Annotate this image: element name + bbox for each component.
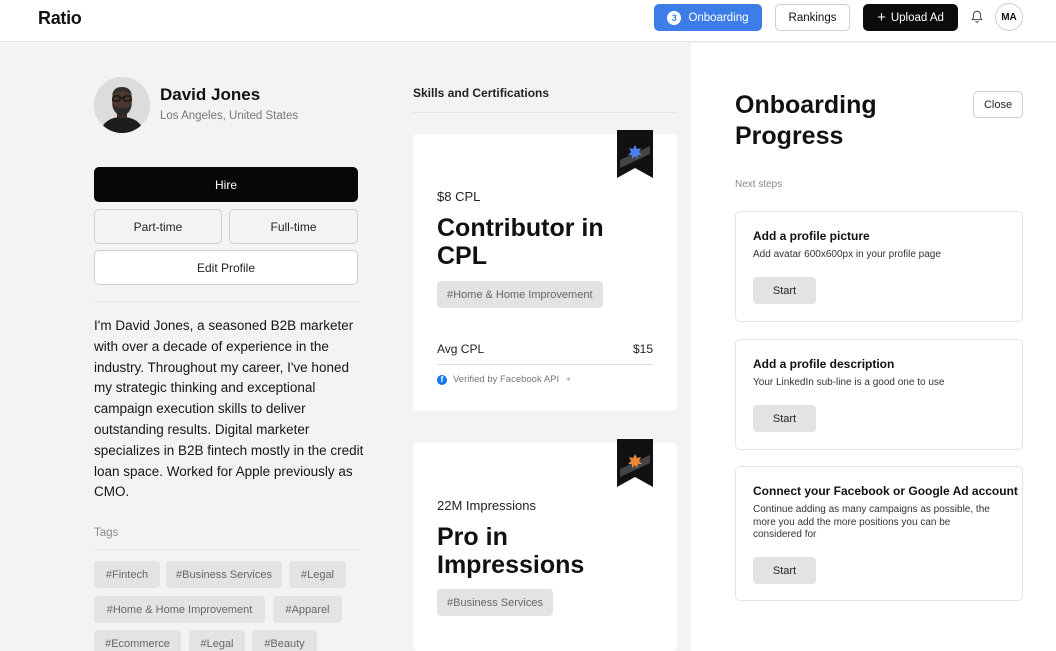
tag-chip[interactable]: #Beauty [252,630,317,651]
step-title: Connect your Facebook or Google Ad accou… [753,484,1018,498]
step-description-line: considered for [753,529,817,540]
divider [94,301,358,302]
avg-cpl-label: Avg CPL [437,342,485,356]
step-description: Continue adding as many campaigns as pos… [753,504,1015,542]
onboarding-step: Add a profile description Your LinkedIn … [735,339,1023,450]
panel-title-line: Onboarding [735,91,877,119]
upload-ad-button[interactable]: + Upload Ad [863,4,958,31]
badge-ribbon-icon [617,130,653,178]
badge-ribbon-icon [617,439,653,487]
profile-location: Los Angeles, United States [160,110,299,122]
start-button[interactable]: Start [753,557,816,584]
tag-chip[interactable]: #Legal [189,630,245,651]
skill-title-line: Pro in [437,523,508,551]
onboarding-step: Add a profile picture Add avatar 600x600… [735,211,1023,322]
next-steps-label: Next steps [735,179,783,190]
tag-chip[interactable]: #Fintech [94,561,160,588]
panel-title-line: Progress [735,122,844,150]
profile-bio: I'm David Jones, a seasoned B2B marketer… [94,318,364,500]
skill-tag[interactable]: #Home & Home Improvement [437,281,603,308]
app-logo[interactable]: Ratio [38,8,82,29]
tag-chip[interactable]: #Apparel [273,596,342,623]
verified-label: Verified by Facebook API [453,374,560,385]
skill-card[interactable]: 22M Impressions Pro in Impressions #Busi… [413,439,677,651]
top-navigation-bar: Ratio 3 Onboarding Rankings + Upload Ad … [0,0,1056,42]
skills-heading: Skills and Certifications [413,86,550,100]
skill-metric: 22M Impressions [437,498,536,513]
plus-icon: + [877,9,886,26]
skill-tag[interactable]: #Business Services [437,589,553,616]
profile-avatar [94,77,150,133]
tags-heading: Tags [94,527,119,539]
edit-profile-button[interactable]: Edit Profile [94,250,358,285]
part-time-button[interactable]: Part-time [94,209,222,244]
onboarding-progress-panel: Onboarding Progress Close Next steps Add… [691,43,1056,651]
onboarding-step: Connect your Facebook or Google Ad accou… [735,466,1023,601]
profile-name: David Jones [160,85,261,104]
start-button[interactable]: Start [753,277,816,304]
tag-chip[interactable]: #Ecommerce [94,630,181,651]
hire-button[interactable]: Hire [94,167,358,202]
step-title: Add a profile description [753,357,895,371]
skill-title-line: CPL [437,242,487,270]
divider [413,112,678,113]
step-description-line: more you add the more positions you can … [753,516,951,528]
sparkle-icon: ✦ [565,375,572,384]
onboarding-button[interactable]: 3 Onboarding [654,4,762,31]
step-title: Add a profile picture [753,229,870,243]
verified-badge: f Verified by Facebook API ✦ [437,374,572,385]
user-avatar[interactable]: MA [995,3,1023,31]
skill-title-line: Impressions [437,551,585,579]
close-button[interactable]: Close [973,91,1023,118]
start-button[interactable]: Start [753,405,816,432]
tag-chip[interactable]: #Legal [289,561,346,588]
step-description: Add avatar 600x600px in your profile pag… [753,249,941,260]
divider [94,549,358,550]
skill-title-line: Contributor in [437,214,604,242]
skill-title: Contributor in CPL [437,214,604,270]
divider [437,364,653,365]
skill-metric: $8 CPL [437,189,481,204]
facebook-icon: f [437,374,447,385]
step-description-line: Continue adding as many campaigns as pos… [753,504,990,515]
step-description: Your LinkedIn sub-line is a good one to … [753,377,945,388]
upload-ad-label: Upload Ad [890,11,944,24]
full-time-button[interactable]: Full-time [229,209,358,244]
onboarding-label: Onboarding [688,11,749,24]
avg-cpl-value: $15 [632,342,653,356]
rankings-button[interactable]: Rankings [775,4,850,31]
onboarding-count-badge: 3 [667,10,682,25]
tag-chip[interactable]: #Home & Home Improvement [94,596,265,623]
bell-icon[interactable] [969,9,985,25]
skill-title: Pro in Impressions [437,523,584,579]
panel-title: Onboarding Progress [735,90,935,152]
skill-card[interactable]: $8 CPL Contributor in CPL #Home & Home I… [413,130,677,411]
tag-chip[interactable]: #Business Services [166,561,282,588]
